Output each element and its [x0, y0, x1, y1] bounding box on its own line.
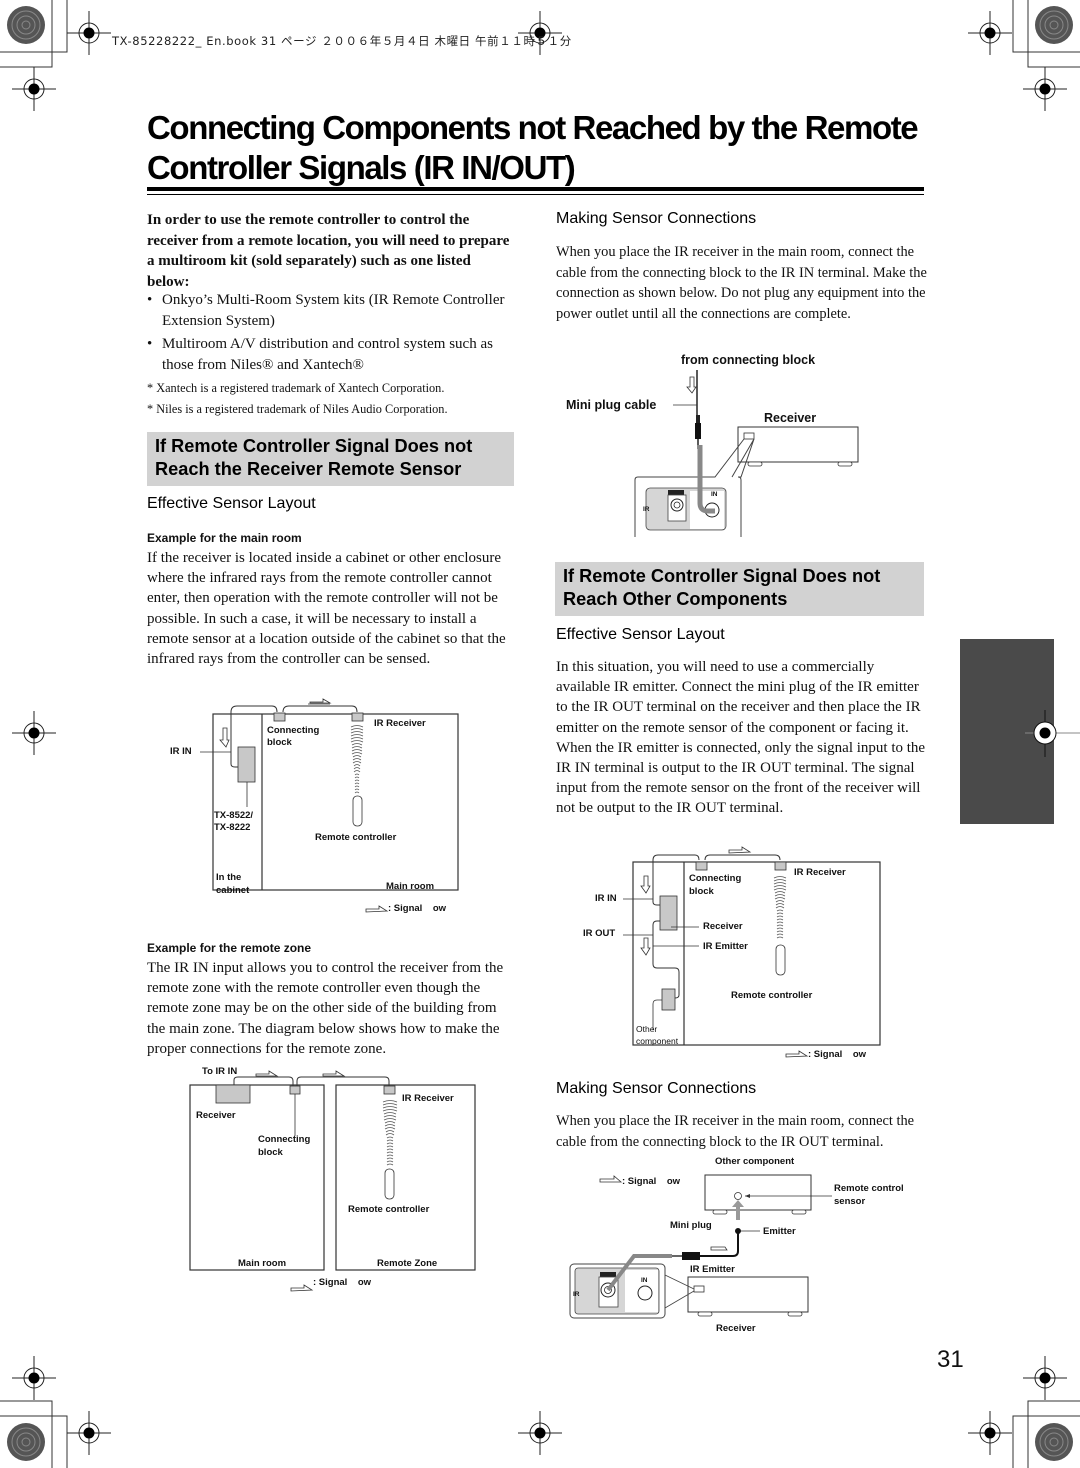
signal-flow-legend-icon: [290, 1284, 314, 1292]
mini-plug-icon: [682, 1252, 700, 1260]
bullet-item: • Multiroom A/V distribution and control …: [147, 336, 493, 373]
label-other: Other: [636, 1024, 658, 1034]
remote-controller-icon: [384, 1168, 395, 1200]
label-ir-in: IR IN: [595, 893, 617, 904]
subheading-effective-layout: Effective Sensor Layout: [147, 495, 316, 512]
label-remote-controller: Remote controller: [348, 1204, 430, 1215]
label-receiver: Receiver: [764, 411, 817, 425]
label-ir-receiver: IR Receiver: [402, 1093, 454, 1104]
bullet-item: • Onkyo’s Multi-Room System kits (IR Remo…: [147, 292, 505, 329]
signal-arrow-icon: [255, 1070, 279, 1077]
label-other-component: Other component: [715, 1156, 795, 1167]
label-mini-plug-cable: Mini plug cable: [566, 398, 657, 412]
example-remote-zone-label: Example for the remote zone: [147, 941, 312, 955]
signal-arrow-icon: [710, 1246, 728, 1251]
label-ir-receiver: IR Receiver: [374, 718, 426, 729]
corner-mark-bottom-left: [0, 1355, 112, 1468]
main-room-text: If the receiver is located inside a cabi…: [147, 550, 506, 668]
label-model-2: TX-8222: [214, 822, 251, 833]
remote-zone-text: The IR IN input allows you to control th…: [147, 960, 504, 1057]
label-ir-emitter: IR Emitter: [703, 941, 748, 952]
diagram-ir-out-connection: [569, 1174, 832, 1319]
label-to-ir-in: To IR IN: [202, 1066, 238, 1077]
label-ir-emitter: IR Emitter: [690, 1264, 735, 1275]
corner-mark-top-right: [967, 0, 1080, 112]
corner-mark-top-left: [0, 0, 112, 112]
intro-bullets: • Onkyo’s Multi-Room System kits (IR Remo…: [147, 290, 517, 378]
making-connections-text: When you place the IR receiver in the ma…: [556, 1113, 915, 1150]
label-receiver: Receiver: [196, 1110, 236, 1121]
label-mini-plug: Mini plug: [670, 1220, 712, 1231]
label-signal-flow: : Signal ow: [622, 1176, 681, 1187]
label-remote-zone: Remote Zone: [377, 1258, 438, 1269]
signal-arrow-icon: [308, 698, 332, 705]
section-heading-other: If Remote Controller Signal Does not Rea…: [555, 562, 924, 616]
corner-mark-bottom-right: [967, 1355, 1080, 1468]
section-heading-receiver: If Remote Controller Signal Does not Rea…: [147, 432, 514, 486]
trademark-note: * Xantech is a registered trademark of X…: [147, 381, 445, 395]
subheading-effective-layout: Effective Sensor Layout: [556, 626, 725, 643]
example-main-room-label: Example for the main room: [147, 531, 302, 545]
page-title: Connecting Components not Reached by the…: [147, 108, 937, 188]
mid-mark-right: [1025, 710, 1080, 757]
label-connecting-block: Connecting block: [267, 725, 320, 748]
label-connecting: Connecting: [689, 873, 742, 884]
label-signal-flow: : Signal ow: [388, 903, 447, 914]
label-signal-flow: : Signal ow: [313, 1277, 372, 1288]
label-remote-controller: Remote controller: [315, 832, 397, 843]
diagram-ir-in-connection: [634, 370, 859, 537]
label-in-the: In the: [216, 872, 242, 883]
mini-plug-icon: [695, 423, 701, 439]
signal-arrow-icon: [728, 846, 752, 854]
other-components-text: In this situation, you will need to use …: [556, 659, 926, 817]
label-ir-receiver: IR Receiver: [794, 867, 846, 878]
trademark-note: * Niles is a registered trademark of Nil…: [147, 402, 448, 416]
label-connecting: Connecting: [258, 1134, 311, 1145]
label-signal-flow: : Signal ow: [808, 1049, 867, 1060]
label-in: IN: [641, 1277, 648, 1284]
label-in: IN: [711, 491, 718, 498]
label-cabinet: cabinet: [216, 885, 250, 896]
label-model-1: TX-8522/: [214, 810, 254, 821]
subheading-making-connections: Making Sensor Connections: [556, 1080, 757, 1097]
signal-flow-legend-icon: [599, 1175, 623, 1183]
intro-text: In order to use the remote controller to…: [147, 212, 510, 290]
label-receiver: Receiver: [703, 921, 743, 932]
subheading-making-connections: Making Sensor Connections: [556, 210, 757, 227]
page-number: 31: [937, 1346, 964, 1373]
label-ir-out: IR OUT: [583, 928, 616, 939]
label-remote-control: Remote control: [834, 1183, 904, 1194]
label-block: block: [689, 886, 714, 897]
making-connections-text: When you place the IR receiver in the ma…: [556, 244, 927, 322]
title-rule-thin: [147, 194, 924, 195]
remote-controller-icon: [775, 944, 786, 976]
print-header: TX-85228222_ En.book 31 ページ ２００６年５月４日 木曜…: [112, 34, 572, 48]
label-main-room: Main room: [238, 1258, 287, 1269]
label-ir: IR: [643, 506, 650, 513]
label-receiver: Receiver: [716, 1323, 756, 1334]
label-component: component: [636, 1036, 679, 1046]
label-block: block: [258, 1147, 283, 1158]
signal-arrow-icon: [322, 1070, 346, 1077]
signal-arrow-icon: [686, 376, 697, 394]
label-sensor: sensor: [834, 1196, 866, 1207]
page-title-line-2: Controller Signals (IR IN/OUT): [147, 149, 576, 186]
title-rule-thick: [147, 187, 924, 191]
signal-flow-legend-icon: [785, 1050, 809, 1058]
remote-sensor-icon: [734, 1192, 742, 1200]
label-ir: IR: [573, 1291, 580, 1298]
trademark-notes: * Xantech is a registered trademark of X…: [147, 378, 517, 420]
mid-mark-left: [11, 710, 57, 756]
label-ir-in: IR IN: [170, 746, 192, 757]
label-main-room: Main room: [386, 881, 435, 892]
signal-flow-legend-icon: [365, 905, 389, 913]
page-title-line-1: Connecting Components not Reached by the…: [147, 109, 919, 146]
label-from-connecting-block: from connecting block: [681, 353, 816, 367]
label-remote-controller: Remote controller: [731, 990, 813, 1001]
remote-controller-icon: [352, 795, 363, 827]
label-emitter: Emitter: [763, 1226, 796, 1237]
mid-mark-bottom: [517, 1410, 563, 1456]
